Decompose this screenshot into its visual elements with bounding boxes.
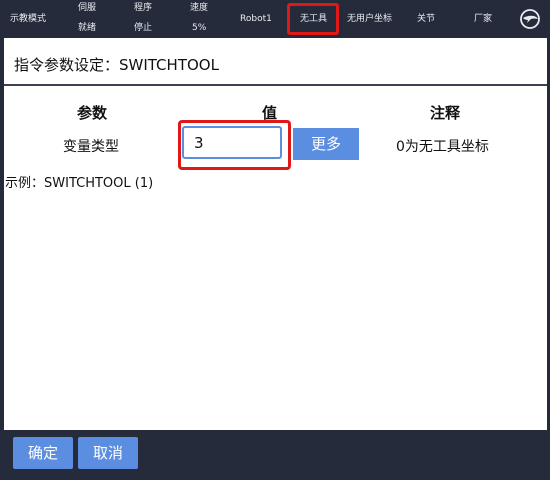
param-column-header: 参数 [77,104,108,122]
speed-value[interactable]: 5% [192,22,206,34]
dialog-header: 指令参数设定：SWITCHTOOL [4,38,547,86]
servo-status: 就绪 [78,23,97,33]
user-coord-selector[interactable]: 无用户坐标 [347,13,392,25]
coord-mode-selector[interactable]: 关节 [417,13,435,25]
example-text: 示例：SWITCHTOOL (1) [5,176,154,191]
dialog-title: 指令参数设定：SWITCHTOOL [14,56,219,74]
servo-label: 伺服 [78,3,97,13]
confirm-button[interactable]: 确定 [13,437,73,469]
speed-label: 速度 [190,3,209,13]
robot-selector[interactable]: Robot1 [240,13,272,25]
mode-label[interactable]: 示教模式 [10,13,46,25]
status-bar: 示教模式 伺服 就绪 程序 停止 速度 5% Robot1 无工具 无用户坐标 … [0,0,550,38]
tool-highlight-box [287,3,339,35]
note-column-header: 注释 [430,104,461,122]
param-name: 变量类型 [63,139,119,155]
cancel-button[interactable]: 取消 [78,437,138,469]
more-button[interactable]: 更多 [293,128,359,160]
param-dialog: 指令参数设定：SWITCHTOOL 参数 值 注释 变量类型 更多 0为无工具坐… [4,38,547,430]
program-status: 停止 [134,23,153,33]
eagle-logo-icon[interactable] [519,9,541,29]
param-note: 0为无工具坐标 [396,139,489,155]
program-label: 程序 [134,3,153,13]
value-input[interactable] [182,126,282,159]
user-level-selector[interactable]: 厂家 [474,13,492,25]
